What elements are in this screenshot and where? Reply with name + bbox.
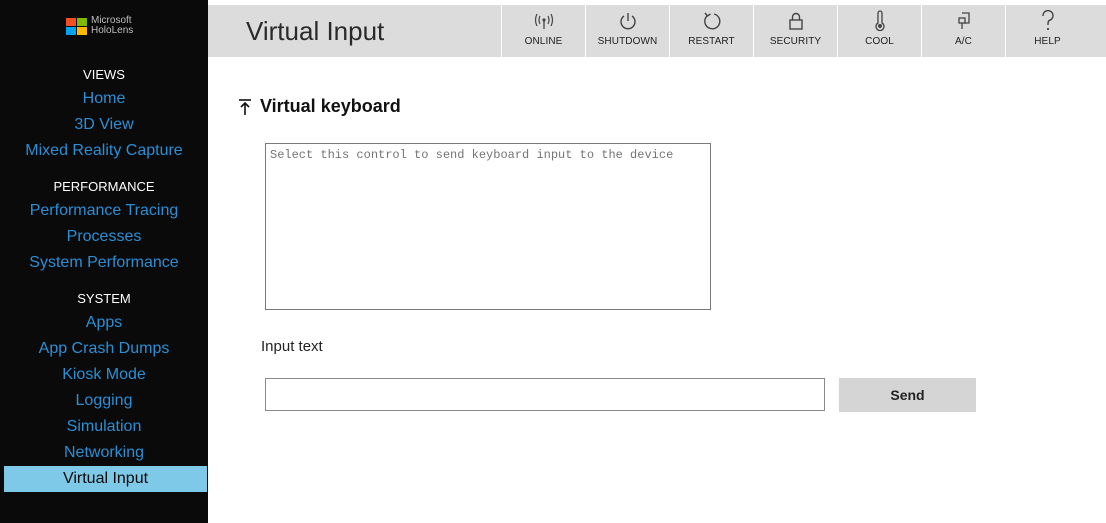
collapse-up-icon[interactable] xyxy=(238,98,252,116)
input-text-label: Input text xyxy=(261,338,323,355)
page-title: Virtual Input xyxy=(246,16,385,46)
online-label: ONLINE xyxy=(524,36,563,47)
sidebar: Microsoft HoloLens VIEWS Home 3D View Mi… xyxy=(0,0,208,523)
online-icon xyxy=(533,10,555,32)
section-title-text: Virtual keyboard xyxy=(260,96,401,116)
question-icon xyxy=(1040,10,1056,32)
restart-button[interactable]: RESTART xyxy=(669,5,753,57)
ac-label: A/C xyxy=(955,36,972,47)
sidebar-item-performance-tracing[interactable]: Performance Tracing xyxy=(0,198,208,224)
nav-header-performance: PERFORMANCE xyxy=(53,179,155,194)
cool-label: COOL xyxy=(865,36,894,47)
sidebar-item-apps[interactable]: Apps xyxy=(0,310,208,336)
sidebar-item-home[interactable]: Home xyxy=(0,86,208,112)
nav-header-system: SYSTEM xyxy=(77,291,131,306)
send-button[interactable]: Send xyxy=(839,378,976,412)
security-label: SECURITY xyxy=(769,36,822,47)
sidebar-item-kiosk-mode[interactable]: Kiosk Mode xyxy=(0,362,208,388)
sidebar-item-3d-view[interactable]: 3D View xyxy=(0,112,208,138)
plug-icon xyxy=(954,10,974,32)
nav-header-views: VIEWS xyxy=(83,67,125,82)
virtual-keyboard-title: Virtual keyboard xyxy=(238,96,401,117)
sidebar-item-simulation[interactable]: Simulation xyxy=(0,414,208,440)
restart-label: RESTART xyxy=(688,36,735,47)
help-button[interactable]: HELP xyxy=(1005,5,1089,57)
sidebar-item-system-performance[interactable]: System Performance xyxy=(0,250,208,276)
power-icon xyxy=(618,10,638,32)
logo-text-line2: HoloLens xyxy=(91,25,134,36)
shutdown-label: SHUTDOWN xyxy=(597,36,658,47)
cool-button[interactable]: COOL xyxy=(837,5,921,57)
sidebar-item-app-crash-dumps[interactable]: App Crash Dumps xyxy=(0,336,208,362)
input-text-field[interactable] xyxy=(265,378,825,411)
help-label: HELP xyxy=(1034,36,1061,47)
header-bar: Virtual Input ONLINE SHUTDOWN RESTART SE… xyxy=(208,5,1106,57)
sidebar-item-logging[interactable]: Logging xyxy=(0,388,208,414)
sidebar-nav: VIEWS Home 3D View Mixed Reality Capture… xyxy=(0,64,208,492)
logo-text: Microsoft HoloLens xyxy=(91,16,133,36)
thermometer-icon xyxy=(873,10,887,32)
sidebar-item-mixed-reality-capture[interactable]: Mixed Reality Capture xyxy=(0,138,208,164)
ac-button[interactable]: A/C xyxy=(921,5,1005,57)
sidebar-item-networking[interactable]: Networking xyxy=(0,440,208,466)
virtual-keyboard-area[interactable] xyxy=(265,143,711,310)
logo: Microsoft HoloLens xyxy=(66,16,133,36)
restart-icon xyxy=(702,10,722,32)
sidebar-item-virtual-input[interactable]: Virtual Input xyxy=(4,466,207,492)
security-button[interactable]: SECURITY xyxy=(753,5,837,57)
shutdown-button[interactable]: SHUTDOWN xyxy=(585,5,669,57)
lock-icon xyxy=(787,10,805,32)
online-button[interactable]: ONLINE xyxy=(501,5,585,57)
sidebar-item-processes[interactable]: Processes xyxy=(0,224,208,250)
microsoft-logo-icon xyxy=(66,17,87,35)
